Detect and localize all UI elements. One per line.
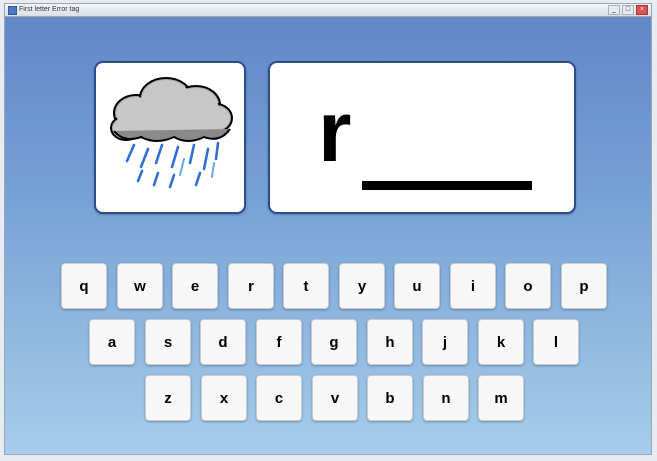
key-u[interactable]: u [394, 263, 440, 309]
key-z[interactable]: z [145, 375, 191, 421]
key-e[interactable]: e [172, 263, 218, 309]
key-y[interactable]: y [339, 263, 385, 309]
key-g[interactable]: g [311, 319, 357, 365]
key-v[interactable]: v [312, 375, 358, 421]
key-t[interactable]: t [283, 263, 329, 309]
key-x[interactable]: x [201, 375, 247, 421]
title-bar: First letter Error tag _ □ × [5, 4, 651, 17]
maximize-button[interactable]: □ [622, 5, 634, 15]
key-b[interactable]: b [367, 375, 413, 421]
key-k[interactable]: k [478, 319, 524, 365]
key-a[interactable]: a [89, 319, 135, 365]
word-card: r [268, 61, 576, 214]
key-w[interactable]: w [117, 263, 163, 309]
key-h[interactable]: h [367, 319, 413, 365]
key-l[interactable]: l [533, 319, 579, 365]
window-controls: _ □ × [608, 5, 648, 15]
key-f[interactable]: f [256, 319, 302, 365]
picture-card [94, 61, 246, 214]
close-button[interactable]: × [636, 5, 648, 15]
key-i[interactable]: i [450, 263, 496, 309]
key-d[interactable]: d [200, 319, 246, 365]
key-s[interactable]: s [145, 319, 191, 365]
key-n[interactable]: n [423, 375, 469, 421]
key-c[interactable]: c [256, 375, 302, 421]
window-title: First letter Error tag [19, 6, 80, 13]
key-o[interactable]: o [505, 263, 551, 309]
key-r[interactable]: r [228, 263, 274, 309]
rain-cloud-icon [110, 77, 233, 189]
app-icon [8, 6, 17, 15]
key-j[interactable]: j [422, 319, 468, 365]
answer-blank [362, 181, 532, 190]
app-window: First letter Error tag _ □ × r q w e r t… [4, 3, 652, 455]
minimize-button[interactable]: _ [608, 5, 620, 15]
word-letters: r [318, 84, 352, 180]
key-p[interactable]: p [561, 263, 607, 309]
key-q[interactable]: q [61, 263, 107, 309]
key-m[interactable]: m [478, 375, 524, 421]
